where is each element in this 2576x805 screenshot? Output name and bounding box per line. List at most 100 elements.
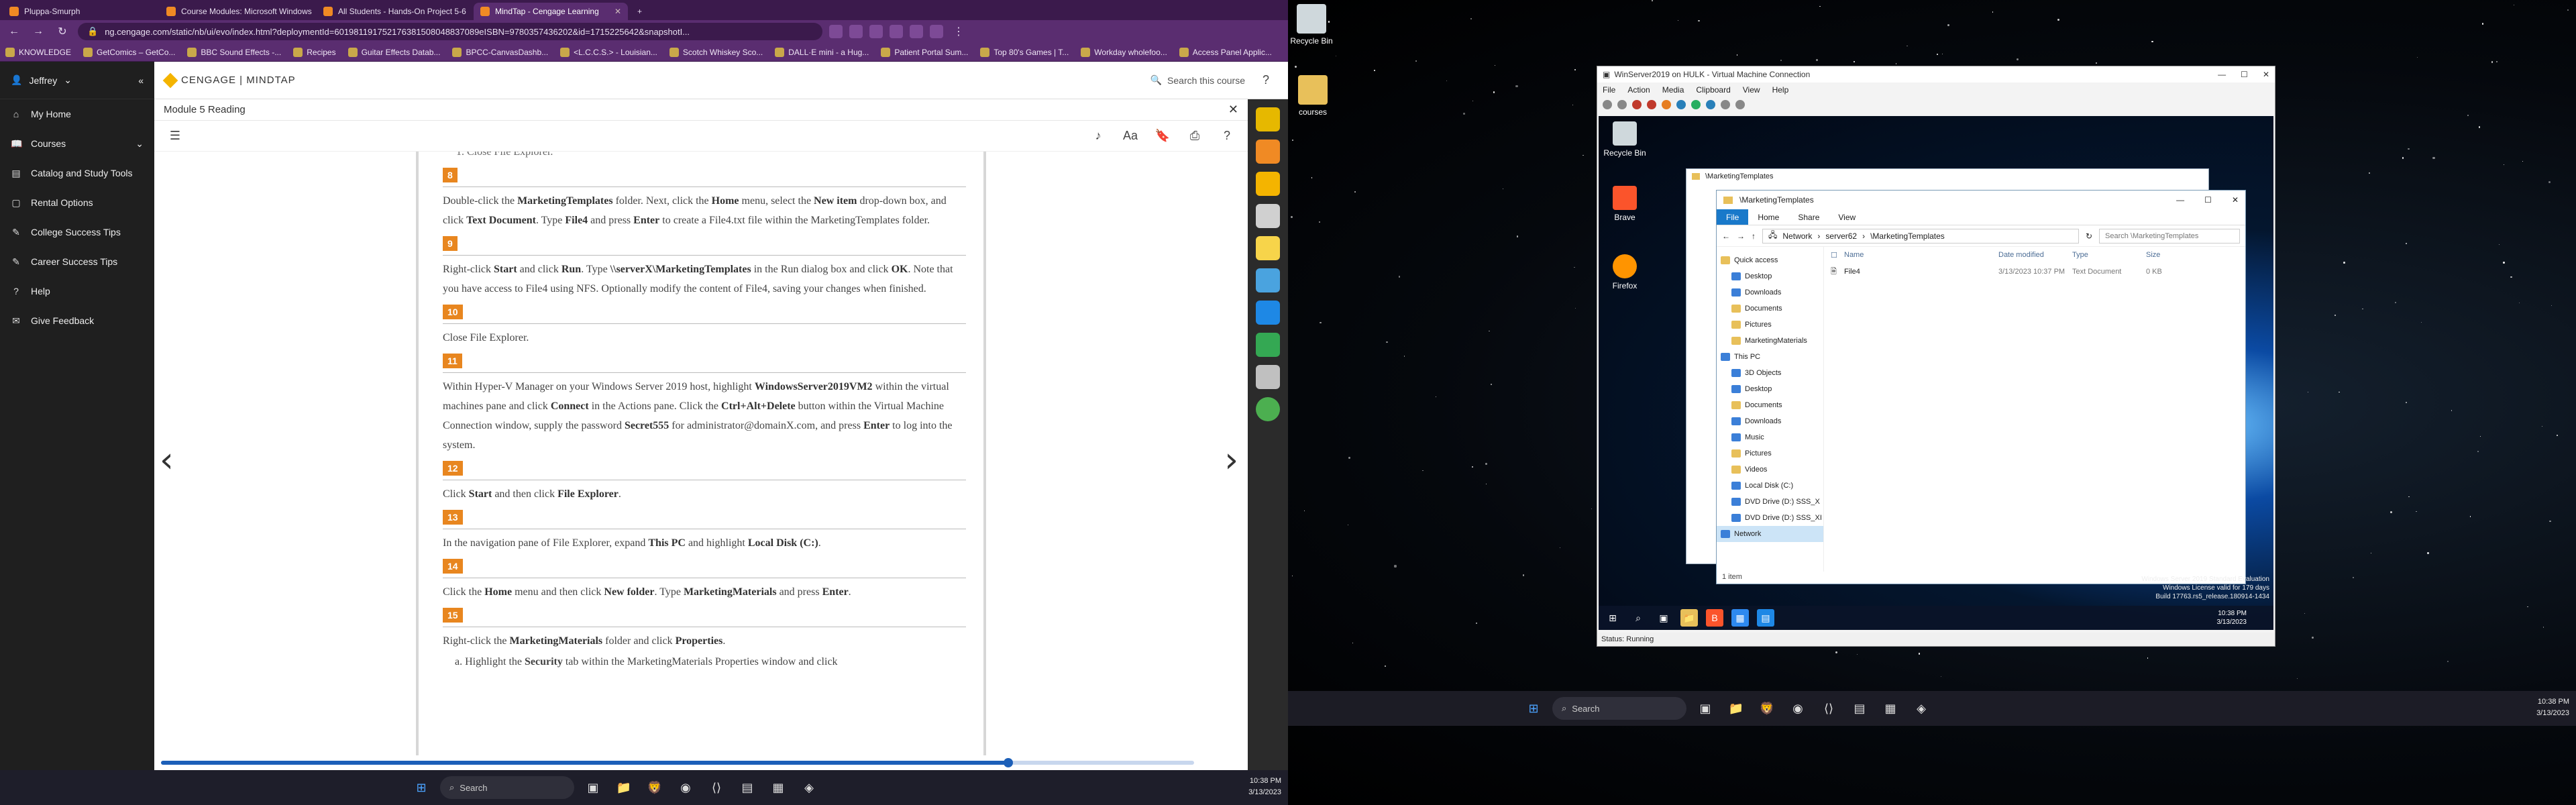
document-icon[interactable] (1256, 365, 1280, 389)
ribbon-tab[interactable]: Home (1748, 209, 1788, 225)
nav-item[interactable]: Documents (1717, 397, 1823, 413)
text-size-icon[interactable]: Aa (1119, 125, 1142, 148)
bookmark-item[interactable]: GetComics – GetCo... (83, 47, 175, 57)
bookmark-item[interactable]: Patient Portal Sum... (881, 47, 968, 57)
extension-icon[interactable] (869, 25, 883, 38)
sidebar-item[interactable]: 📖 Courses ⌄ (0, 129, 154, 158)
nav-item[interactable]: Desktop (1717, 381, 1823, 397)
sidebar-item[interactable]: ✎ Career Success Tips (0, 247, 154, 276)
bookmark-item[interactable]: Scotch Whiskey Sco... (669, 47, 763, 57)
taskbar-search[interactable]: ⌕ Search (440, 776, 574, 799)
nav-item[interactable]: Pictures (1717, 317, 1823, 333)
start-icon[interactable]: ⊞ (409, 775, 433, 800)
nav-item[interactable]: Desktop (1717, 268, 1823, 284)
column-header[interactable]: Date modified (1998, 251, 2072, 259)
forward-icon[interactable]: → (1737, 231, 1745, 241)
ribbon-tab[interactable]: Share (1788, 209, 1829, 225)
address-bar[interactable]: 🔒 ng.cengage.com/static/nb/ui/evo/index.h… (78, 23, 822, 40)
bookmark-item[interactable]: BBC Sound Effects -... (187, 47, 281, 57)
rss-icon[interactable] (1256, 140, 1280, 164)
nav-item[interactable]: Documents (1717, 301, 1823, 317)
close-icon[interactable]: ✕ (1228, 103, 1238, 117)
file-explorer-icon[interactable]: 📁 (1724, 696, 1748, 720)
nav-item[interactable]: Music (1717, 429, 1823, 445)
vscode-icon[interactable]: ⟨⟩ (704, 775, 729, 800)
progress-knob[interactable] (1003, 758, 1013, 767)
bookmark-item[interactable]: DALL·E mini - a Hug... (775, 47, 869, 57)
minimize-icon[interactable]: — (2218, 70, 2226, 79)
bookmark-item[interactable]: KNOWLEDGE (5, 47, 71, 57)
vm-menu-item[interactable]: Action (1627, 85, 1650, 95)
browser-tab[interactable]: Course Modules: Microsoft Windows✕ (160, 3, 314, 20)
reading-progress-bar[interactable] (161, 758, 1194, 767)
revert-icon[interactable] (1735, 100, 1745, 109)
turn-off-icon[interactable] (1632, 100, 1642, 109)
browser-tab-active[interactable]: MindTap - Cengage Learning ✕ (474, 3, 628, 20)
column-header[interactable]: Type (2072, 251, 2146, 259)
taskbar-search[interactable]: ⌕ Search (1552, 697, 1686, 720)
read-aloud-icon[interactable]: ♪ (1087, 125, 1110, 148)
guest-brave-shortcut[interactable]: Brave (1601, 186, 1648, 222)
vm-guest-screen[interactable]: Recycle Bin Brave Firefox \MarketingTemp… (1599, 116, 2273, 630)
extension-icon[interactable] (910, 25, 923, 38)
extension-icon[interactable] (849, 25, 863, 38)
extension-icon[interactable] (890, 25, 903, 38)
cloud-icon[interactable] (1256, 301, 1280, 325)
nav-item[interactable]: Downloads (1717, 413, 1823, 429)
browser-tab[interactable]: All Students - Hands-On Project 5-6✕ (317, 3, 471, 20)
guest-recycle-bin[interactable]: Recycle Bin (1601, 121, 1648, 158)
reload-icon[interactable]: ↻ (54, 23, 71, 40)
user-menu[interactable]: 👤 Jeffrey ⌄ « (0, 62, 154, 99)
start-icon[interactable]: ⊞ (1521, 696, 1546, 720)
help-icon[interactable]: ? (1216, 125, 1238, 148)
start-vm-icon[interactable] (1617, 100, 1627, 109)
nav-item[interactable]: Pictures (1717, 445, 1823, 462)
bookmark-item[interactable]: BPCC-CanvasDashb... (452, 47, 548, 57)
collapse-sidebar-icon[interactable]: « (138, 75, 144, 86)
column-header[interactable]: Name (1844, 251, 1998, 259)
sidebar-item[interactable]: ▢ Rental Options (0, 188, 154, 217)
column-header[interactable]: Size (2146, 251, 2186, 259)
sidebar-item[interactable]: ✉ Give Feedback (0, 306, 154, 335)
extension-icon[interactable] (930, 25, 943, 38)
nav-item[interactable]: This PC (1717, 349, 1823, 365)
nav-item[interactable]: DVD Drive (D:) SSS_XI (1717, 510, 1823, 526)
vscode-icon[interactable]: ⟨⟩ (1817, 696, 1841, 720)
ctrl-alt-del-icon[interactable] (1603, 100, 1612, 109)
clock[interactable]: 10:38 PM 3/13/2023 (2536, 696, 2569, 719)
app-icon[interactable]: ▦ (766, 775, 790, 800)
sidebar-item[interactable]: ⌂ My Home (0, 99, 154, 129)
app-icon[interactable]: ▤ (735, 775, 759, 800)
nav-item[interactable]: Network (1717, 526, 1823, 542)
resume-icon[interactable] (1691, 100, 1701, 109)
bookmark-item[interactable]: Workday wholefoo... (1081, 47, 1167, 57)
clock[interactable]: 10:38 PM 3/13/2023 (1248, 775, 1281, 798)
forward-icon[interactable]: → (30, 23, 47, 40)
nav-item[interactable]: MarketingMaterials (1717, 333, 1823, 349)
vm-menu-item[interactable]: Help (1772, 85, 1789, 95)
pause-icon[interactable] (1676, 100, 1686, 109)
guest-firefox-shortcut[interactable]: Firefox (1601, 254, 1648, 290)
close-icon[interactable]: ✕ (2232, 195, 2239, 205)
explorer-search-input[interactable]: Search \MarketingTemplates (2099, 228, 2240, 244)
new-tab-button[interactable]: + (631, 3, 651, 20)
start-icon[interactable]: ⊞ (1604, 609, 1621, 627)
breadcrumb[interactable]: 🖧 Network › server62 › \MarketingTemplates (1762, 228, 2079, 244)
menu-icon[interactable]: ⋮ (950, 23, 967, 40)
bookmark-item[interactable]: Top 80's Games | T... (980, 47, 1069, 57)
toc-menu-icon[interactable]: ☰ (164, 125, 186, 148)
app-icon[interactable]: ◈ (1909, 696, 1933, 720)
file-row[interactable]: 🗎 File4 3/13/2023 10:37 PM Text Document 0 K… (1831, 263, 2240, 280)
minimize-icon[interactable]: — (2176, 195, 2184, 205)
dictionary-icon[interactable] (1256, 172, 1280, 196)
app-icon[interactable]: ▤ (1757, 609, 1774, 627)
bookmark-item[interactable]: Guitar Effects Datab... (347, 47, 440, 57)
notebook-icon[interactable] (1256, 236, 1280, 260)
maximize-icon[interactable]: ☐ (2204, 195, 2212, 205)
chrome-icon[interactable]: ◉ (674, 775, 698, 800)
nav-item[interactable]: Quick access (1717, 252, 1823, 268)
brave-icon[interactable]: 🦁 (1755, 696, 1779, 720)
breadcrumb-item[interactable]: \MarketingTemplates (1870, 231, 1945, 241)
file-explorer-icon[interactable]: 📁 (1680, 609, 1698, 627)
nav-item[interactable]: Local Disk (C:) (1717, 478, 1823, 494)
